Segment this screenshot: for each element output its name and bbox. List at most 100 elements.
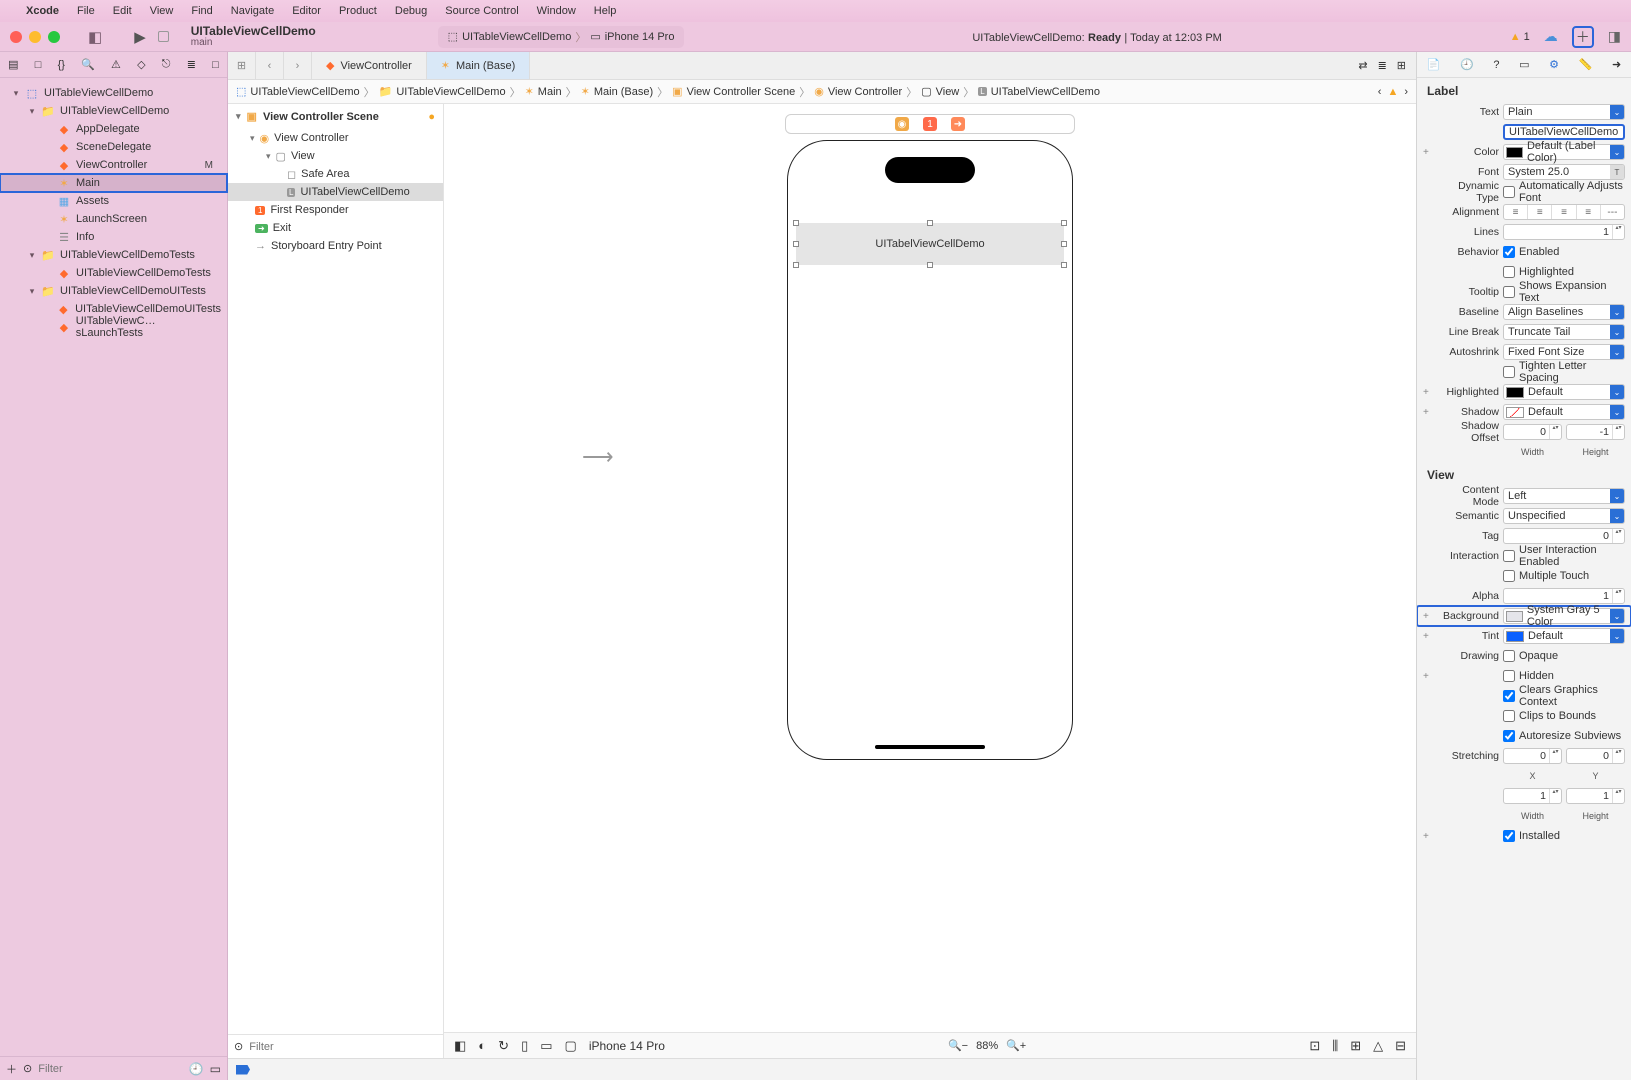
stack-icon[interactable]: ⊟	[1395, 1038, 1406, 1054]
add-hidden-icon[interactable]: +	[1423, 671, 1433, 682]
opaque-checkbox[interactable]: Opaque	[1503, 650, 1625, 662]
scene-dock[interactable]: ◉ 1 ➜	[785, 114, 1075, 134]
resize-handle[interactable]	[1061, 262, 1067, 268]
navigator-filter-input[interactable]	[38, 1063, 182, 1075]
file-info[interactable]: ☰Info	[0, 228, 227, 246]
menu-edit[interactable]: Edit	[113, 5, 132, 17]
resize-handle[interactable]	[927, 262, 933, 268]
file-appdelegate[interactable]: ◆AppDelegate	[0, 120, 227, 138]
connections-inspector-icon[interactable]: ➜	[1612, 58, 1621, 71]
menu-product[interactable]: Product	[339, 5, 377, 17]
scm-filter-icon[interactable]: ▭	[210, 1062, 221, 1076]
outline-label-item[interactable]: LUITabelViewCellDemo	[228, 183, 443, 201]
menu-navigate[interactable]: Navigate	[231, 5, 274, 17]
library-button[interactable]: ＋	[1572, 26, 1594, 48]
breakpoint-navigator-icon[interactable]: ≣	[187, 58, 196, 71]
tint-color-well[interactable]: Default⌄	[1503, 628, 1625, 644]
history-inspector-icon[interactable]: 🕘	[1460, 58, 1474, 71]
tooltip-checkbox[interactable]: Shows Expansion Text	[1503, 280, 1625, 304]
dock-viewcontroller-icon[interactable]: ◉	[895, 117, 909, 131]
toggle-outline-icon[interactable]: ◧	[454, 1038, 466, 1054]
run-button[interactable]: ▶	[134, 28, 146, 46]
lines-stepper[interactable]: 1▴▾	[1503, 224, 1625, 240]
menu-help[interactable]: Help	[594, 5, 617, 17]
text-color-well[interactable]: Default (Label Color)⌄	[1503, 144, 1625, 160]
minimize-window-button[interactable]	[29, 31, 41, 43]
tighten-checkbox[interactable]: Tighten Letter Spacing	[1503, 360, 1625, 384]
file-viewcontroller[interactable]: ◆ViewControllerM	[0, 156, 227, 174]
attributes-inspector-icon[interactable]: ⚙	[1549, 58, 1559, 71]
back-button[interactable]: ‹	[256, 52, 284, 79]
device-config-icon[interactable]: ▢	[565, 1038, 577, 1054]
canvas-device-label[interactable]: iPhone 14 Pro	[589, 1039, 665, 1053]
outline-safe-area[interactable]: ◻Safe Area	[228, 165, 443, 183]
file-main-storyboard[interactable]: ✶Main	[0, 174, 227, 192]
menu-find[interactable]: Find	[191, 5, 212, 17]
stop-button[interactable]	[158, 31, 169, 42]
resolve-icon[interactable]: △	[1373, 1038, 1383, 1054]
jump-warning-icon[interactable]: ▲	[1387, 86, 1398, 98]
find-navigator-icon[interactable]: 🔍	[81, 58, 95, 71]
add-bg-icon[interactable]: +	[1423, 611, 1433, 622]
interface-builder-canvas[interactable]: ◉ 1 ➜ ⟶ UITabelViewCellDemo	[444, 104, 1416, 1058]
group-uitests[interactable]: ▾📁UITableViewCellDemoUITests	[0, 282, 227, 300]
project-navigator-icon[interactable]: ▤	[8, 58, 18, 71]
add-tint-icon[interactable]: +	[1423, 631, 1433, 642]
background-color-well[interactable]: System Gray 5 Color⌄	[1503, 608, 1625, 624]
scene-warning-icon[interactable]: ●	[428, 111, 435, 123]
selected-label-view[interactable]: UITabelViewCellDemo	[796, 223, 1064, 265]
symbol-navigator-icon[interactable]: {}	[58, 59, 65, 71]
related-items-icon[interactable]: ⊞	[228, 52, 256, 79]
file-assets[interactable]: ▦Assets	[0, 192, 227, 210]
recent-filter-icon[interactable]: 🕘	[189, 1062, 204, 1076]
stretch-w-stepper[interactable]: 1▴▾	[1503, 788, 1562, 804]
pin-icon[interactable]: ⊞	[1350, 1038, 1361, 1054]
adjust-editor-icon[interactable]: ⇄	[1358, 59, 1367, 72]
identity-inspector-icon[interactable]: ▭	[1519, 58, 1529, 71]
highlighted-checkbox[interactable]: Highlighted	[1503, 266, 1625, 278]
app-menu[interactable]: Xcode	[26, 5, 59, 17]
resize-handle[interactable]	[1061, 241, 1067, 247]
add-hilite-icon[interactable]: +	[1423, 387, 1433, 398]
file-inspector-icon[interactable]: 📄	[1427, 58, 1441, 71]
test-navigator-icon[interactable]: ◇	[137, 58, 145, 71]
menu-source-control[interactable]: Source Control	[445, 5, 518, 17]
font-select[interactable]: System 25.0T	[1503, 164, 1625, 180]
add-color-icon[interactable]: +	[1423, 147, 1433, 158]
add-editor-icon[interactable]: ⊞	[1397, 59, 1406, 72]
filter-scope-icon[interactable]: ⊙	[23, 1062, 32, 1075]
hidden-checkbox[interactable]: Hidden	[1503, 670, 1625, 682]
outline-scene-header[interactable]: ▾▣View Controller Scene ●	[228, 104, 443, 129]
outline-entry-point[interactable]: →Storyboard Entry Point	[228, 237, 443, 255]
zoom-out-icon[interactable]: 🔍−	[948, 1039, 968, 1052]
file-launchtests[interactable]: ◆UITableViewC…sLaunchTests	[0, 318, 227, 336]
scheme-destination[interactable]: ⬚ UITableViewCellDemo 〉 ▭ iPhone 14 Pro	[438, 26, 685, 48]
group-main[interactable]: ▾📁UITableViewCellDemo	[0, 102, 227, 120]
forward-button[interactable]: ›	[284, 52, 312, 79]
file-scenedelegate[interactable]: ◆SceneDelegate	[0, 138, 227, 156]
outline-viewcontroller[interactable]: ▾◉View Controller	[228, 129, 443, 147]
breakpoint-toggle[interactable]	[236, 1065, 250, 1075]
baseline-select[interactable]: Align Baselines⌄	[1503, 304, 1625, 320]
outline-filter-icon[interactable]: ⊙	[234, 1040, 243, 1053]
project-root[interactable]: ▾⬚UITableViewCellDemo	[0, 84, 227, 102]
appearance-icon[interactable]: ◐	[478, 1038, 486, 1053]
dock-exit-icon[interactable]: ➜	[951, 117, 965, 131]
dock-first-responder-icon[interactable]: 1	[923, 117, 937, 131]
shadow-height-stepper[interactable]: -1▴▾	[1566, 424, 1625, 440]
resize-handle[interactable]	[793, 262, 799, 268]
user-interaction-checkbox[interactable]: User Interaction Enabled	[1503, 544, 1625, 568]
alignment-segmented[interactable]: ≡≡≡≡---	[1503, 204, 1625, 220]
stretch-h-stepper[interactable]: 1▴▾	[1566, 788, 1625, 804]
source-control-navigator-icon[interactable]: □	[35, 59, 42, 71]
menu-editor[interactable]: Editor	[292, 5, 321, 17]
file-tests[interactable]: ◆UITableViewCellDemoTests	[0, 264, 227, 282]
align-icon[interactable]: ⫼	[1332, 1038, 1338, 1054]
shadow-color-well[interactable]: Default⌄	[1503, 404, 1625, 420]
add-file-button[interactable]: ＋	[6, 1061, 17, 1077]
embed-icon[interactable]: ⊡	[1309, 1038, 1320, 1054]
jump-bar[interactable]: ⬚UITableViewCellDemo〉 📁UITableViewCellDe…	[228, 80, 1416, 104]
zoom-window-button[interactable]	[48, 31, 60, 43]
text-value-input[interactable]: UITabelViewCellDemo	[1503, 124, 1625, 140]
resize-handle[interactable]	[927, 220, 933, 226]
